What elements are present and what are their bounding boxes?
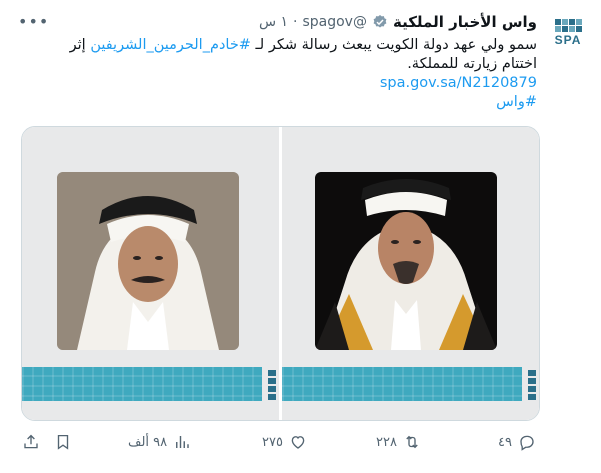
spa-strip-logo-icon	[528, 370, 536, 400]
retweet-icon	[406, 435, 418, 449]
reply-icon	[520, 435, 534, 451]
portrait-photo-left	[57, 172, 239, 350]
share-button[interactable]	[22, 430, 40, 454]
tweet-card[interactable]: SPA واس الأخبار الملكية @spagov · ١ س ••…	[0, 0, 601, 473]
hashtag-link[interactable]: #واس	[496, 94, 537, 110]
like-count: ٢٧٥	[262, 434, 283, 450]
bookmark-button[interactable]	[54, 430, 72, 454]
avatar[interactable]: SPA	[548, 12, 588, 52]
media-image-right[interactable]	[282, 127, 539, 420]
bookmark-icon	[57, 434, 69, 450]
portrait-photo-right	[315, 172, 497, 350]
tweet-header: واس الأخبار الملكية @spagov · ١ س	[259, 12, 537, 32]
retweet-button[interactable]: ٢٢٨	[376, 430, 421, 454]
separator-dot: ·	[293, 14, 298, 30]
media-grid[interactable]	[21, 126, 540, 421]
post-time[interactable]: ١ س	[259, 14, 288, 30]
verified-badge-icon	[372, 14, 388, 30]
heart-icon	[291, 436, 305, 449]
more-options-icon[interactable]: •••	[18, 12, 49, 31]
article-link[interactable]: spa.gov.sa/N2120879	[380, 75, 537, 91]
hashtag-link[interactable]: #خادم_الحرمين_الشريفين	[90, 37, 251, 53]
account-handle[interactable]: @spagov	[302, 14, 367, 30]
tweet-text-part: اختتام زيارته للمملكة.	[407, 56, 537, 72]
account-name[interactable]: واس الأخبار الملكية	[393, 13, 537, 31]
tweet-text: سمو ولي عهد دولة الكويت يبعث رسالة شكر ل…	[37, 36, 537, 112]
avatar-label: SPA	[554, 32, 582, 47]
tweet-text-part: إثر	[69, 37, 86, 53]
action-bar: ٤٩ ٢٢٨ ٢٧٥ ٩٨ ألف	[0, 430, 601, 454]
spa-logo-icon	[554, 18, 582, 32]
share-icon	[24, 434, 38, 449]
tweet-text-part: سمو ولي عهد دولة الكويت يبعث رسالة شكر ل…	[255, 37, 537, 53]
media-image-left[interactable]	[22, 127, 279, 420]
views-icon	[176, 436, 189, 448]
retweet-count: ٢٢٨	[376, 434, 397, 450]
views-count: ٩٨ ألف	[128, 434, 168, 450]
spa-banner-strip	[282, 367, 522, 401]
views-button[interactable]: ٩٨ ألف	[128, 430, 191, 454]
like-button[interactable]: ٢٧٥	[262, 430, 307, 454]
reply-button[interactable]: ٤٩	[498, 430, 536, 454]
spa-strip-logo-icon	[268, 370, 276, 400]
reply-count: ٤٩	[498, 434, 512, 450]
spa-banner-strip	[22, 367, 262, 401]
